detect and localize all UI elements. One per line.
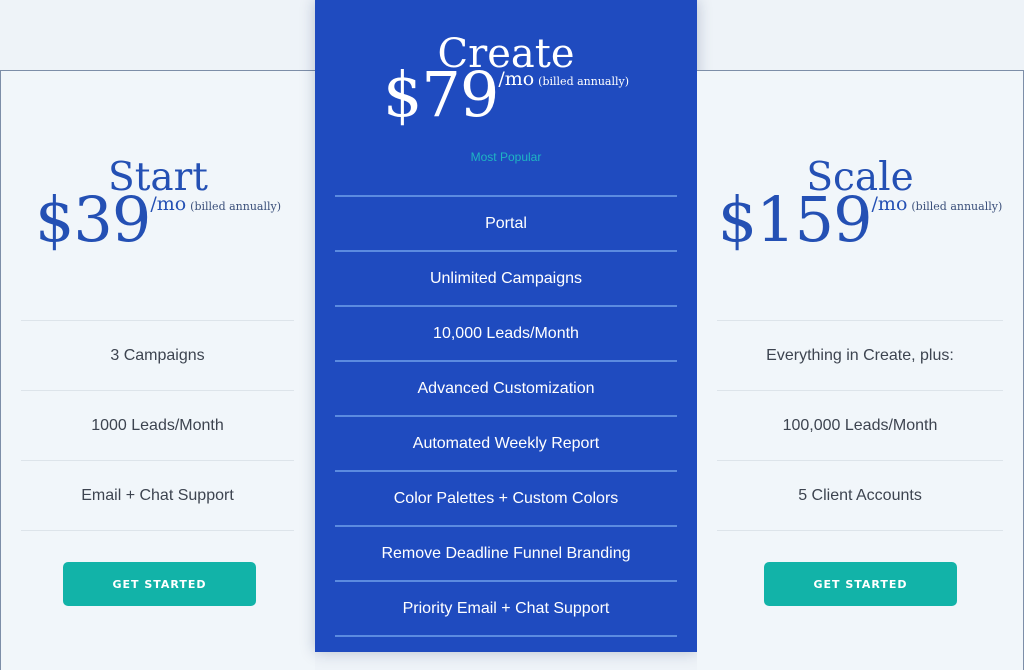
feature-item: Advanced Customization [335,360,677,415]
feature-item: 5 Client Accounts [717,460,1003,531]
price-period: /mo [871,193,908,215]
feature-item: 3 Campaigns [21,320,294,390]
billing-note: (billed annually) [538,75,630,88]
plan-card-start: Start $39 /mo (billed annually) 3 Campai… [0,70,315,670]
feature-item: 10,000 Leads/Month [335,305,677,360]
feature-item: Priority Email + Chat Support [335,580,677,637]
feature-item: 1000 Leads/Month [21,390,294,460]
feature-item: Portal [335,195,677,250]
feature-item: Everything in Create, plus: [717,320,1003,390]
feature-item: Email + Chat Support [21,460,294,531]
price-period: /mo [150,193,187,215]
feature-item: Unlimited Campaigns [335,250,677,305]
most-popular-badge: Most Popular [470,150,542,164]
get-started-button-scale[interactable]: GET STARTED [764,562,957,606]
feature-item: Remove Deadline Funnel Branding [335,525,677,580]
price-amount: $79 [382,58,499,131]
plan-price: $39 /mo (billed annually) [1,189,315,251]
feature-item: 100,000 Leads/Month [717,390,1003,460]
feature-list: Portal Unlimited Campaigns 10,000 Leads/… [335,195,677,637]
plan-card-scale: Scale $159 /mo (billed annually) Everyth… [697,70,1024,670]
billing-note: (billed annually) [190,200,282,213]
feature-list: 3 Campaigns 1000 Leads/Month Email + Cha… [21,320,294,531]
plan-price: $79 /mo (billed annually) [315,64,697,126]
price-amount: $159 [717,183,873,256]
plan-price: $159 /mo (billed annually) [697,189,1023,251]
price-amount: $39 [34,183,151,256]
feature-list: Everything in Create, plus: 100,000 Lead… [717,320,1003,531]
feature-item: Automated Weekly Report [335,415,677,470]
feature-item: Color Palettes + Custom Colors [335,470,677,525]
get-started-button-start[interactable]: GET STARTED [63,562,256,606]
billing-note: (billed annually) [911,200,1003,213]
plan-card-create: Create $79 /mo (billed annually) Most Po… [315,0,697,652]
price-period: /mo [498,68,535,90]
